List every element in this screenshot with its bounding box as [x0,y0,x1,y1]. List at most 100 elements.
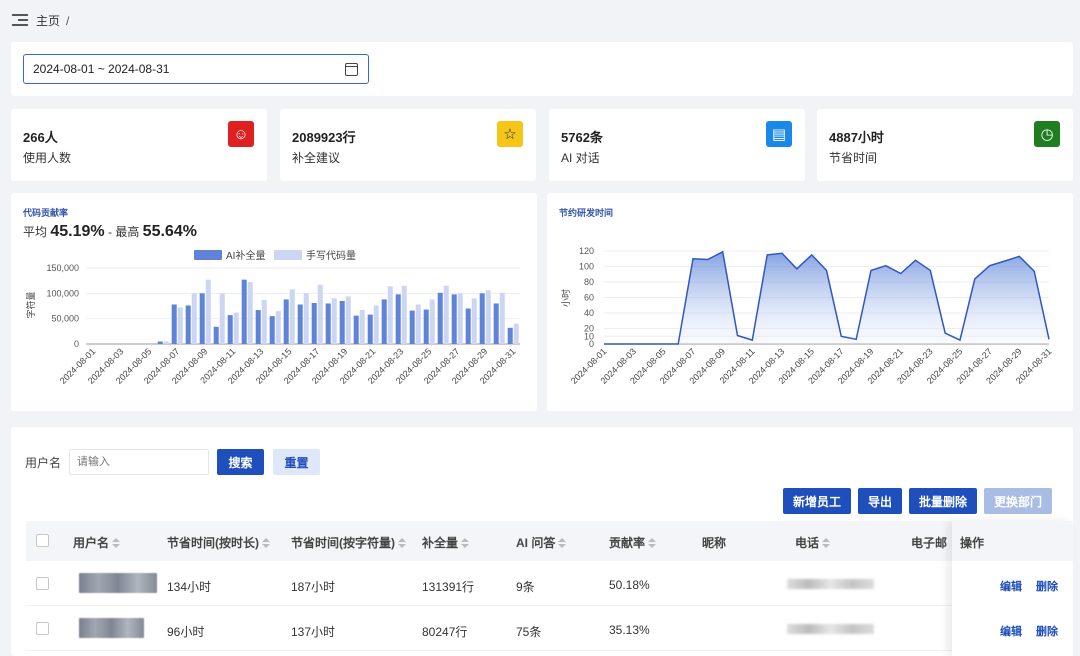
sort-icon [648,538,657,549]
bar-manual-code [219,293,225,344]
column-header-username[interactable]: 用户名 [73,534,121,551]
date-range-value: 2024-08-01 ~ 2024-08-31 [33,62,170,76]
bar-manual-code [233,312,239,344]
stat-value: 4887小时 [829,130,884,145]
date-range-picker[interactable]: 2024-08-01 ~ 2024-08-31 [23,54,369,84]
bar-ai-completion [493,303,499,344]
bar-ai-completion [311,302,317,344]
y-tick-label: 40 [584,308,594,318]
column-header-ai-qa[interactable]: AI 问答 [516,534,567,551]
y-tick-label: 100 [579,262,594,272]
add-employee-button[interactable]: 新增员工 [782,488,851,514]
bar-manual-code [485,290,491,344]
column-header-phone[interactable]: 电话 [795,534,831,551]
stat-label: 节省时间 [829,151,878,165]
bar-manual-code [499,292,505,344]
bar-manual-code [443,285,449,344]
bar-ai-completion [409,310,415,344]
row-checkbox[interactable] [36,577,49,590]
column-header-completion[interactable]: 补全量 [422,534,470,551]
edit-link[interactable]: 编辑 [1000,623,1022,639]
y-axis-label: 小时 [560,289,571,307]
time-chars-cell: 137小时 [291,625,336,639]
bar-ai-completion [451,294,457,344]
bar-manual-code [163,341,169,344]
bar-manual-code [289,289,295,344]
select-all-checkbox[interactable] [36,534,49,547]
bar-manual-code [191,293,197,344]
bar-ai-completion [297,304,303,344]
menu-collapse-icon[interactable] [12,13,28,27]
row-checkbox[interactable] [36,622,49,635]
legend-label-manual: 手写代码量 [306,249,356,262]
bar-ai-completion [507,327,513,344]
contribution-summary: 平均 45.19% - 最高 55.64% [23,223,197,241]
legend-swatch-ai [194,250,222,260]
bar-manual-code [401,285,407,344]
bar-ai-completion [325,303,331,344]
contribution-cell: 35.13% [609,623,650,637]
change-department-button[interactable]: 更换部门 [983,488,1052,514]
sort-icon [822,538,831,549]
bar-ai-completion [171,304,177,344]
bar-ai-completion [283,299,289,344]
chart-title: 节约研发时间 [559,208,614,218]
bar-manual-code [303,293,309,344]
time-saved-area-chart: 01020406080100120小时2024-08-012024-08-032… [560,246,1053,386]
avg-value: 45.19% [50,223,105,240]
completion-cell: 131391行 [422,580,475,594]
reset-button[interactable]: 重置 [273,449,321,475]
sort-icon [558,538,567,549]
batch-delete-button[interactable]: 批量删除 [908,488,977,514]
clock-icon: ◷ [1034,121,1060,147]
breadcrumb-home[interactable]: 主页 [36,14,60,28]
y-tick-label: 150,000 [46,263,79,273]
username-cell-redacted [79,573,157,593]
column-header-contribution[interactable]: 贡献率 [609,534,657,551]
column-header-nickname: 昵称 [702,536,727,550]
bar-manual-code [373,305,379,344]
time-chars-cell: 187小时 [291,580,336,594]
username-label: 用户名 [25,455,62,470]
ai-qa-cell: 75条 [516,625,542,639]
y-tick-label: 20 [584,324,594,334]
stat-card-suggestions: 2089923行 补全建议 ☆ [280,109,536,181]
bar-manual-code [471,298,477,344]
stat-card-time-saved: 4887小时 节省时间 ◷ [817,109,1073,181]
max-value: 55.64% [142,223,197,240]
ai-qa-cell: 9条 [516,580,535,594]
date-filter-card: 2024-08-01 ~ 2024-08-31 [11,42,1073,96]
column-header-time-chars[interactable]: 节省时间(按字符量) [291,534,406,551]
stat-value: 5762条 [561,130,603,145]
operations-column: 操作 编辑 删除 编辑 删除 [952,521,1073,656]
bar-ai-completion [199,293,205,344]
bar-ai-completion [269,316,275,344]
stat-card-ai-chat: 5762条 AI 对话 ▤ [549,109,805,181]
sort-icon [398,538,406,549]
bar-manual-code [261,299,267,344]
bar-manual-code [359,310,365,344]
username-search-input[interactable] [69,449,210,475]
y-tick-label: 0 [74,339,79,349]
chart-title: 代码贡献率 [23,208,69,218]
time-duration-cell: 134小时 [167,580,212,594]
stat-card-users: 266人 使用人数 ☺ [11,109,267,181]
y-tick-label: 120 [579,246,594,256]
column-header-time-duration[interactable]: 节省时间(按时长) [167,534,270,551]
sort-icon [112,538,121,549]
delete-link[interactable]: 删除 [1036,623,1058,639]
bar-ai-completion [437,292,443,344]
sort-icon [262,538,270,549]
user-circle-icon: ☺ [228,121,254,147]
bar-ai-completion [213,326,219,344]
employee-table-card: 用户名 搜索 重置 新增员工 导出 批量删除 更换部门 用户名 节省时间(按时长… [11,427,1073,656]
table-row: 134小时 187小时 131391行 9条 50.18% [26,561,1058,606]
delete-link[interactable]: 删除 [1036,578,1058,594]
max-label: 最高 [115,225,140,239]
edit-link[interactable]: 编辑 [1000,578,1022,594]
calendar-icon[interactable] [345,63,358,76]
export-button[interactable]: 导出 [857,488,902,514]
contribution-chart-card: 0 50,000 100,000 150,000 字符量 2024-08-01 2024-0… [11,193,537,411]
search-button[interactable]: 搜索 [217,449,265,475]
bar-ai-completion [339,300,345,344]
